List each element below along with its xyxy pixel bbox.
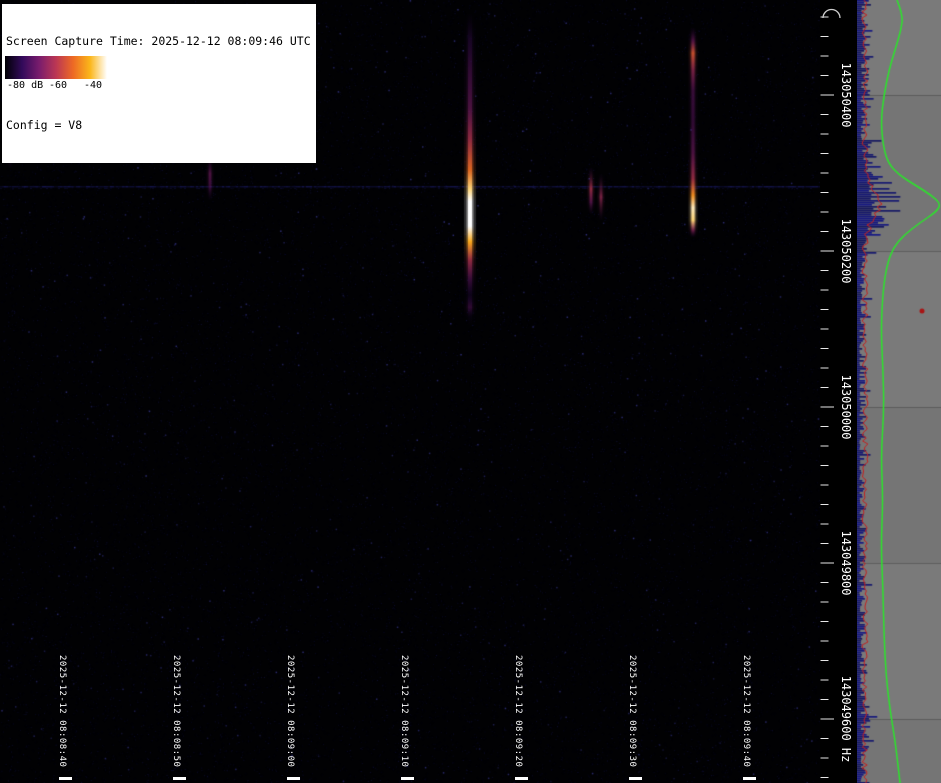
colorbar-gradient <box>5 56 107 79</box>
colorbar-label-min: -80 dB <box>7 79 43 92</box>
colorbar-label-max: -40 <box>84 79 102 92</box>
colorbar-label-mid: -60 <box>49 79 67 92</box>
capture-time-text: Screen Capture Time: 2025-12-12 08:09:46… <box>6 34 311 48</box>
frequency-tick-label: 143050400 <box>839 62 853 127</box>
frequency-axis: 143050400 143050200 143050000 143049800 1430… <box>820 0 857 783</box>
meteor-spectrogram-screen: Screen Capture Time: 2025-12-12 08:09:46… <box>0 0 941 783</box>
frequency-tick-label: 143049600 Hz <box>839 676 853 763</box>
colorbar: -80 dB -60 -40 <box>5 56 107 92</box>
config-text: Config = V8 <box>6 118 311 132</box>
spectrum-panel <box>857 0 941 783</box>
frequency-tick-label: 143050000 <box>839 374 853 439</box>
frequency-tick-label: 143049800 <box>839 530 853 595</box>
frequency-tick-label: 143050200 <box>839 218 853 283</box>
colorbar-labels: -80 dB -60 -40 <box>5 79 107 92</box>
